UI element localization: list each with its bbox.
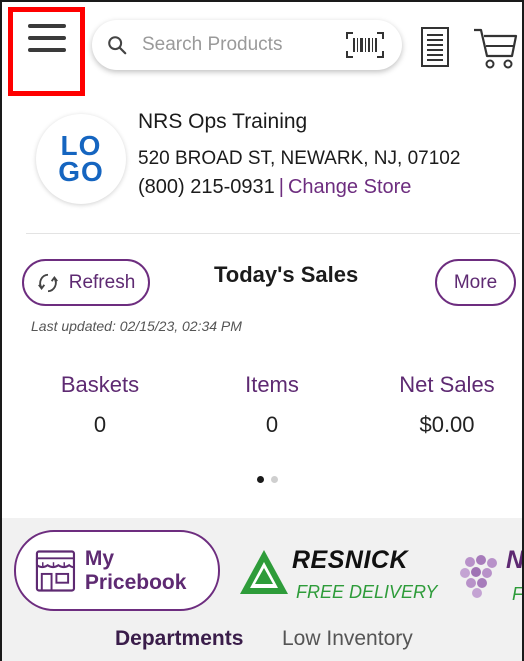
refresh-icon bbox=[37, 273, 58, 292]
grape-cluster-logo bbox=[460, 555, 497, 598]
carousel-dot[interactable] bbox=[271, 476, 278, 483]
my-pricebook-button[interactable]: My Pricebook bbox=[14, 530, 220, 611]
last-updated-text: Last updated: 02/15/23, 02:34 PM bbox=[31, 318, 242, 334]
sales-title: Today's Sales bbox=[214, 262, 359, 287]
partial-brand-tagline: F bbox=[512, 584, 523, 604]
search-icon bbox=[108, 36, 127, 55]
stat-value: $0.00 bbox=[419, 412, 475, 437]
storefront-icon bbox=[35, 549, 76, 592]
refresh-label: Refresh bbox=[68, 271, 136, 293]
resnick-tagline: FREE DELIVERY bbox=[296, 582, 438, 602]
stat-value: 0 bbox=[265, 412, 279, 437]
resnick-triangle-logo bbox=[240, 550, 288, 594]
store-contact-row: (800) 215-0931 | Change Store bbox=[138, 176, 411, 199]
change-store-link[interactable]: Change Store bbox=[288, 176, 411, 198]
stat-items: Items 0 bbox=[222, 372, 322, 438]
store-address: 520 BROAD ST, NEWARK, NJ, 07102 bbox=[138, 148, 461, 169]
menu-button[interactable] bbox=[8, 7, 85, 96]
stat-baskets: Baskets 0 bbox=[50, 372, 150, 438]
separator: | bbox=[278, 176, 284, 198]
hamburger-icon bbox=[27, 24, 66, 52]
store-name: NRS Ops Training bbox=[138, 110, 308, 133]
more-button[interactable]: More bbox=[435, 259, 516, 306]
logo-text-line2: GO bbox=[58, 156, 104, 187]
stat-label: Baskets bbox=[60, 372, 140, 397]
barcode-scan-icon[interactable] bbox=[346, 32, 384, 58]
store-logo: LO GO bbox=[36, 114, 126, 204]
stat-net-sales: Net Sales $0.00 bbox=[382, 372, 512, 438]
store-phone: (800) 215-0931 bbox=[138, 176, 275, 198]
refresh-button[interactable]: Refresh bbox=[22, 259, 150, 306]
resnick-name: RESNICK bbox=[292, 546, 409, 574]
partial-brand-tile[interactable]: N F bbox=[456, 546, 524, 606]
partial-brand-name: N bbox=[506, 546, 524, 574]
order-list-icon[interactable] bbox=[420, 26, 450, 68]
tab-departments[interactable]: Departments bbox=[115, 627, 243, 651]
cart-icon[interactable] bbox=[472, 22, 518, 72]
carousel-indicator bbox=[257, 476, 278, 483]
search-bar[interactable] bbox=[92, 20, 402, 70]
carousel-dot-active[interactable] bbox=[257, 476, 264, 483]
pricebook-label: My Pricebook bbox=[84, 546, 187, 594]
stat-label: Items bbox=[245, 372, 299, 397]
stat-value: 0 bbox=[93, 412, 107, 437]
app-frame: LO GO NRS Ops Training 520 BROAD ST, NEW… bbox=[0, 0, 524, 661]
search-input[interactable] bbox=[142, 34, 322, 56]
tab-low-inventory[interactable]: Low Inventory bbox=[282, 627, 413, 651]
section-divider bbox=[26, 233, 520, 234]
resnick-brand-tile[interactable]: RESNICK FREE DELIVERY bbox=[238, 546, 438, 606]
stat-label: Net Sales bbox=[399, 372, 495, 397]
inventory-tabs: Departments Low Inventory bbox=[2, 627, 522, 661]
